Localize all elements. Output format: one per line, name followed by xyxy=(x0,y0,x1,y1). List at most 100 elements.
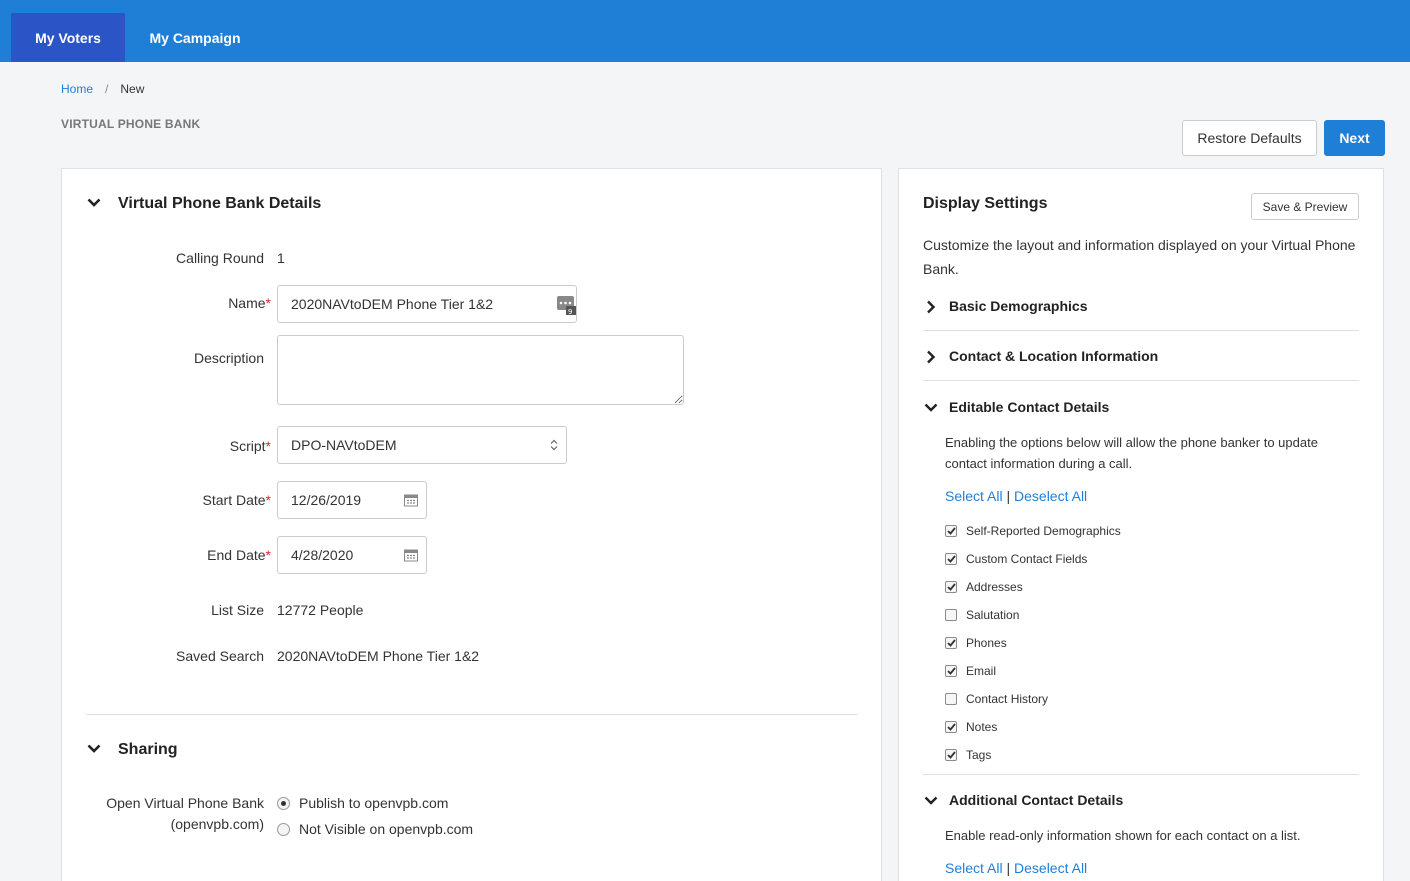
next-button[interactable]: Next xyxy=(1324,120,1385,156)
chevron-down-icon[interactable] xyxy=(86,741,102,757)
link-separator: | xyxy=(1006,488,1011,504)
calendar-icon[interactable] xyxy=(404,549,418,562)
checkbox-checked[interactable] xyxy=(945,581,957,593)
checkbox-checked[interactable] xyxy=(945,637,957,649)
select-all-link[interactable]: Select All xyxy=(945,488,1003,504)
accordion-editable-contact-details[interactable]: Editable Contact Details xyxy=(923,383,1359,433)
calendar-icon[interactable] xyxy=(404,494,418,507)
radio-unselected[interactable] xyxy=(277,822,290,836)
start-date-value: 12/26/2019 xyxy=(291,492,362,508)
checkbox-label: Custom Contact Fields xyxy=(966,552,1088,566)
description-label: Description xyxy=(193,350,264,366)
display-settings-panel: Display Settings Save & Preview Customiz… xyxy=(898,168,1384,881)
checkbox-option[interactable]: Email xyxy=(945,664,996,678)
checkbox-unchecked[interactable] xyxy=(945,693,957,705)
breadcrumb: Home / New xyxy=(61,82,144,96)
calling-round-label: Calling Round xyxy=(176,250,264,266)
select-all-link[interactable]: Select All xyxy=(945,860,1003,876)
deselect-all-link[interactable]: Deselect All xyxy=(1014,860,1087,876)
checkbox-label: Salutation xyxy=(966,608,1020,622)
checkbox-checked[interactable] xyxy=(945,721,957,733)
list-size-label: List Size xyxy=(211,602,264,618)
password-manager-icon[interactable]: 9 xyxy=(556,293,576,315)
checkbox-option[interactable]: Tags xyxy=(945,748,991,762)
checkbox-option[interactable]: Addresses xyxy=(945,580,1023,594)
checkbox-unchecked[interactable] xyxy=(945,609,957,621)
checkbox-label: Self-Reported Demographics xyxy=(966,524,1121,538)
tab-my-voters[interactable]: My Voters xyxy=(11,13,125,62)
sharing-section-title: Sharing xyxy=(118,741,178,758)
checkbox-label: Addresses xyxy=(966,580,1023,594)
required-marker: * xyxy=(265,438,271,454)
radio-selected[interactable] xyxy=(277,796,290,810)
breadcrumb-current: New xyxy=(120,82,145,96)
open-vpb-label: Open Virtual Phone Bank xyxy=(106,795,264,811)
page-title: VIRTUAL PHONE BANK xyxy=(61,117,201,131)
tab-my-campaign[interactable]: My Campaign xyxy=(135,13,255,62)
display-settings-title: Display Settings xyxy=(923,195,1048,212)
save-preview-button[interactable]: Save & Preview xyxy=(1251,193,1359,220)
end-date-label-text: End Date xyxy=(207,547,266,563)
name-label: Name* xyxy=(228,295,271,311)
checkbox-option[interactable]: Contact History xyxy=(945,692,1048,706)
checkbox-option[interactable]: Phones xyxy=(945,636,1007,650)
checkbox-checked[interactable] xyxy=(945,749,957,761)
checkbox-label: Phones xyxy=(966,636,1007,650)
required-marker: * xyxy=(265,492,271,508)
basic-demographics-label: Basic Demographics xyxy=(949,298,1088,314)
accordion-contact-location[interactable]: Contact & Location Information xyxy=(923,332,1359,382)
checkbox-label: Contact History xyxy=(966,692,1049,706)
checkbox-checked[interactable] xyxy=(945,665,957,677)
section-divider xyxy=(86,714,858,715)
checkbox-label: Email xyxy=(966,664,997,678)
chevron-right-icon xyxy=(923,299,939,315)
checkbox-option[interactable]: Salutation xyxy=(945,608,1019,622)
breadcrumb-home-link[interactable]: Home xyxy=(61,82,93,96)
chevron-down-icon xyxy=(923,400,939,416)
restore-defaults-button[interactable]: Restore Defaults xyxy=(1182,120,1317,156)
checkbox-option[interactable]: Self-Reported Demographics xyxy=(945,524,1121,538)
accordion-divider xyxy=(923,774,1359,775)
script-select[interactable]: DPO-NAVtoDEM xyxy=(277,426,567,464)
deselect-all-link[interactable]: Deselect All xyxy=(1014,488,1087,504)
additional-contact-details-label: Additional Contact Details xyxy=(949,792,1124,808)
breadcrumb-separator: / xyxy=(105,82,109,96)
checkbox-checked[interactable] xyxy=(945,525,957,537)
script-label-text: Script xyxy=(229,438,266,454)
required-marker: * xyxy=(265,295,271,311)
script-label: Script* xyxy=(230,438,271,454)
top-nav: My Voters My Campaign xyxy=(0,0,1410,62)
required-marker: * xyxy=(265,547,271,563)
open-vpb-label-domain: (openvpb.com) xyxy=(170,816,264,832)
checkbox-option[interactable]: Custom Contact Fields xyxy=(945,552,1087,566)
additional-description: Enable read-only information shown for e… xyxy=(945,828,1301,843)
accordion-additional-contact-details[interactable]: Additional Contact Details xyxy=(923,776,1359,826)
accordion-basic-demographics[interactable]: Basic Demographics xyxy=(923,282,1359,332)
description-textarea[interactable] xyxy=(277,335,684,405)
name-input[interactable]: 2020NAVtoDEM Phone Tier 1&2 9 xyxy=(277,285,577,323)
checkbox-checked[interactable] xyxy=(945,553,957,565)
list-size-value: 12772 People xyxy=(277,602,364,618)
saved-search-value: 2020NAVtoDEM Phone Tier 1&2 xyxy=(277,648,480,664)
start-date-label: Start Date* xyxy=(203,492,271,508)
checkbox-option[interactable]: Notes xyxy=(945,720,997,734)
start-date-input[interactable]: 12/26/2019 xyxy=(277,481,427,519)
name-input-value: 2020NAVtoDEM Phone Tier 1&2 xyxy=(291,296,494,312)
end-date-value: 4/28/2020 xyxy=(291,547,354,563)
details-panel: Virtual Phone Bank Details Calling Round… xyxy=(61,168,882,881)
start-date-label-text: Start Date xyxy=(202,492,266,508)
saved-search-label: Saved Search xyxy=(176,648,264,664)
not-visible-radio-option[interactable]: Not Visible on openvpb.com xyxy=(277,821,473,837)
editable-select-links: Select All | Deselect All xyxy=(945,488,1087,504)
details-section-title: Virtual Phone Bank Details xyxy=(118,195,322,212)
not-visible-radio-label: Not Visible on openvpb.com xyxy=(299,821,474,837)
end-date-input[interactable]: 4/28/2020 xyxy=(277,536,427,574)
accordion-divider xyxy=(923,380,1359,381)
checkbox-label: Notes xyxy=(966,720,998,734)
svg-text:9: 9 xyxy=(568,308,572,315)
publish-radio-option[interactable]: Publish to openvpb.com xyxy=(277,795,448,811)
publish-radio-label: Publish to openvpb.com xyxy=(299,795,449,811)
editable-contact-details-label: Editable Contact Details xyxy=(949,399,1110,415)
additional-select-links: Select All | Deselect All xyxy=(945,860,1087,876)
chevron-down-icon[interactable] xyxy=(86,195,102,211)
